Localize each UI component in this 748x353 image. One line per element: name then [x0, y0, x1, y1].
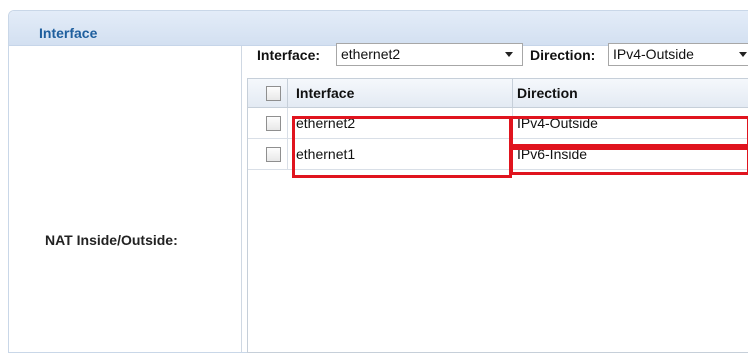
row-checkbox[interactable]: [266, 116, 281, 131]
column-header-interface-label: Interface: [296, 85, 355, 101]
column-header-direction[interactable]: Direction: [513, 79, 748, 107]
select-all-cell: [248, 79, 288, 107]
column-header-direction-label: Direction: [517, 85, 578, 101]
chevron-down-icon: [505, 52, 513, 57]
nat-inside-outside-label: NAT Inside/Outside:: [45, 232, 178, 248]
direction-filter-label: Direction:: [530, 47, 596, 63]
row-checkbox[interactable]: [266, 147, 281, 162]
direction-row1-highlight: [510, 116, 748, 147]
column-header-interface[interactable]: Interface: [288, 79, 513, 107]
row-select-cell: [248, 108, 288, 138]
nat-interface-table: Interface Direction ethernet2 IPv4-Outsi…: [247, 78, 748, 353]
chevron-down-icon: [739, 52, 747, 57]
row-select-cell: [248, 139, 288, 169]
select-all-checkbox[interactable]: [266, 86, 281, 101]
interface-select-value: ethernet2: [341, 46, 401, 62]
table-header-row: Interface Direction: [248, 79, 748, 108]
section-header: Interface: [9, 11, 748, 46]
direction-select-value: IPv4-Outside: [613, 46, 694, 62]
label-column: NAT Inside/Outside:: [9, 46, 242, 352]
interface-select[interactable]: ethernet2: [336, 43, 523, 66]
direction-select[interactable]: IPv4-Outside: [608, 43, 748, 66]
section-title: Interface: [39, 25, 98, 41]
interface-column-highlight: [292, 116, 512, 178]
interface-filter-label: Interface:: [257, 47, 321, 63]
direction-row2-highlight: [510, 147, 748, 175]
